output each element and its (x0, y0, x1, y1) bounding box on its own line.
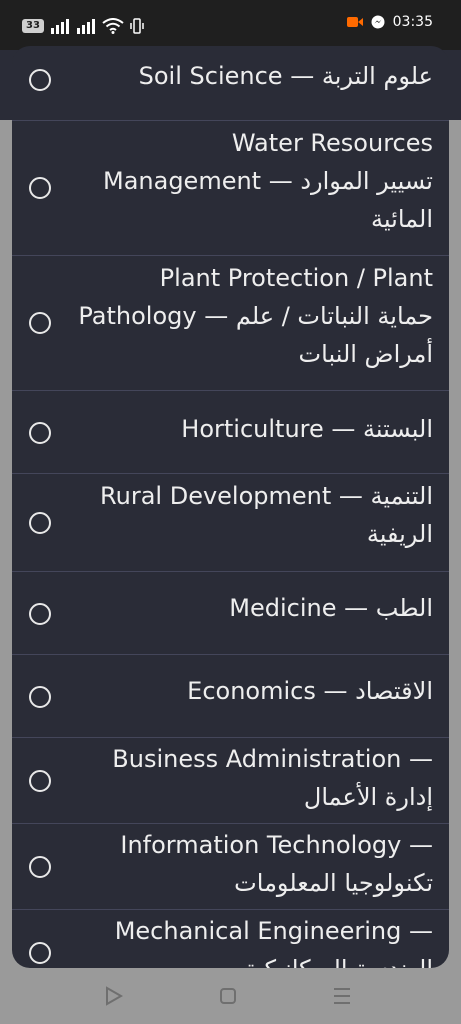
option-label-line: Water Resources (231, 129, 433, 157)
option-label-line: Pathology — حماية النباتات / علم (78, 302, 433, 330)
radio-button[interactable] (29, 312, 51, 334)
status-right: 03:35 (346, 14, 433, 30)
option-label-line: المائية (371, 205, 433, 233)
option-label-line: أمراض النبات (298, 340, 433, 368)
option-label-line: Plant Protection / Plant (159, 264, 433, 292)
option-label-line: Management — تسيير الموارد (102, 167, 433, 195)
signal-icon (76, 19, 95, 34)
option-label: Plant Protection / Plant Pathology — حما… (72, 259, 433, 373)
radio-button[interactable] (29, 770, 51, 792)
option-water-resources[interactable]: Water Resources Management — تسيير الموا… (12, 121, 449, 256)
option-label: Horticulture — البستنة (72, 410, 433, 448)
option-label: Rural Development — التنمية الريفية (72, 477, 433, 553)
vibrate-icon (130, 18, 144, 34)
menu-lines-icon[interactable] (330, 984, 354, 1008)
option-soil-science[interactable]: Soil Science — علوم التربة (12, 46, 449, 121)
option-label-line: Information Technology — (120, 831, 433, 859)
signal-icon (50, 19, 69, 34)
radio-button[interactable] (29, 942, 51, 964)
option-label: Information Technology — تكنولوجيا المعل… (72, 826, 433, 902)
radio-button[interactable] (29, 856, 51, 878)
option-label-line: الهندسة الميكانيكية (72, 950, 433, 968)
options-dialog: Soil Science — علوم التربة Water Resourc… (12, 46, 449, 968)
option-label-line: Economics — الاقتصاد (187, 677, 433, 705)
option-label-line: Medicine — الطب (229, 594, 433, 622)
option-label: Business Administration — إدارة الأعمال (72, 740, 433, 816)
option-label-line: Mechanical Engineering — (114, 917, 433, 945)
option-label-line: Soil Science — علوم التربة (138, 62, 433, 90)
back-triangle-icon[interactable] (101, 984, 125, 1008)
radio-button[interactable] (29, 422, 51, 444)
option-plant-protection[interactable]: Plant Protection / Plant Pathology — حما… (12, 256, 449, 391)
messenger-icon (371, 15, 385, 29)
radio-button[interactable] (29, 512, 51, 534)
option-label: Water Resources Management — تسيير الموا… (72, 124, 433, 238)
navigation-bar (0, 968, 461, 1024)
option-label-line: إدارة الأعمال (303, 783, 433, 811)
option-label-line: Horticulture — البستنة (181, 415, 433, 443)
option-economics[interactable]: Economics — الاقتصاد (12, 655, 449, 738)
option-information-technology[interactable]: Information Technology — تكنولوجيا المعل… (12, 824, 449, 910)
option-label-line: Rural Development — التنمية (100, 482, 433, 510)
option-medicine[interactable]: Medicine — الطب (12, 572, 449, 655)
option-rural-development[interactable]: Rural Development — التنمية الريفية (12, 474, 449, 572)
option-label: Medicine — الطب (72, 589, 433, 627)
option-mechanical-engineering[interactable]: Mechanical Engineering — الهندسة الميكان… (12, 910, 449, 968)
radio-button[interactable] (29, 69, 51, 91)
option-business-administration[interactable]: Business Administration — إدارة الأعمال (12, 738, 449, 824)
home-square-icon[interactable] (216, 984, 240, 1008)
option-label: Soil Science — علوم التربة (72, 57, 433, 95)
radio-button[interactable] (29, 686, 51, 708)
status-left: 33 (22, 16, 144, 36)
option-label: Mechanical Engineering — الهندسة الميكان… (72, 912, 433, 968)
battery-indicator: 33 (22, 19, 44, 33)
radio-button[interactable] (29, 603, 51, 625)
wifi-icon (102, 18, 124, 34)
status-time: 03:35 (392, 14, 433, 30)
radio-button[interactable] (29, 177, 51, 199)
option-label-line: الريفية (366, 520, 433, 548)
option-label-line: تكنولوجيا المعلومات (234, 869, 433, 897)
option-label-line: Business Administration — (112, 745, 433, 773)
option-horticulture[interactable]: Horticulture — البستنة (12, 391, 449, 474)
status-bar: 33 03:35 (0, 0, 461, 50)
option-label: Economics — الاقتصاد (72, 672, 433, 710)
screen-record-icon (346, 17, 363, 27)
